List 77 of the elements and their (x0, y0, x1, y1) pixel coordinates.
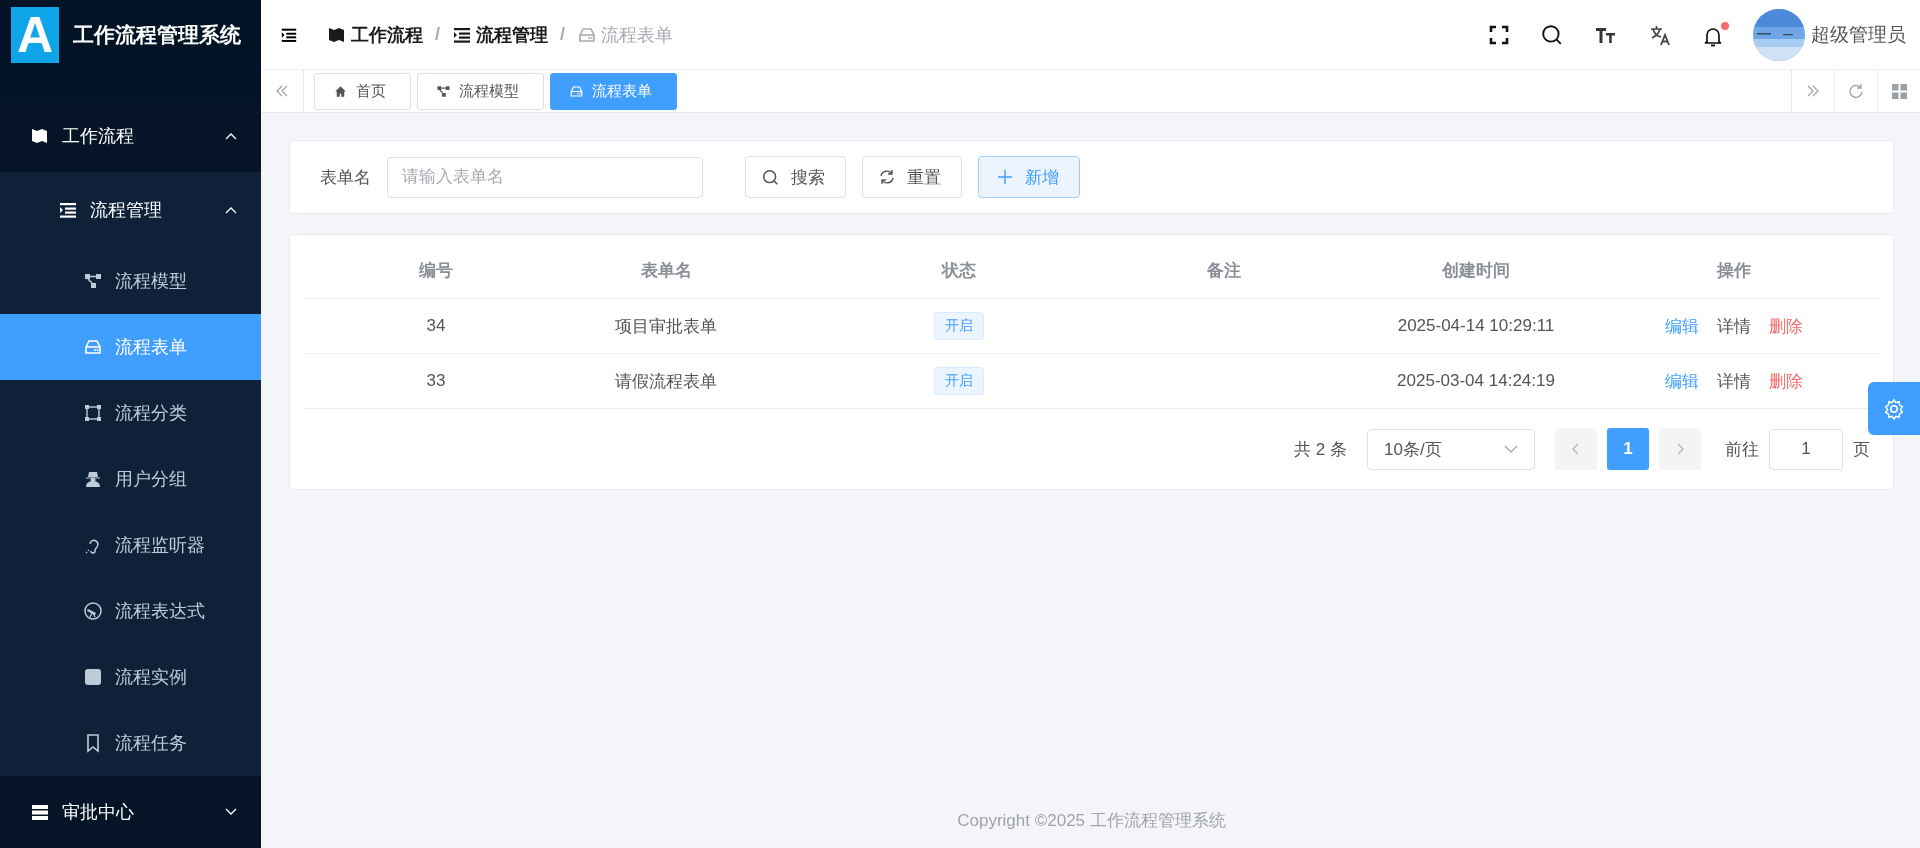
column-header: 状态 (940, 260, 977, 282)
page-size-select[interactable]: 10条/页 (1367, 428, 1535, 470)
column-header: 操作 (1715, 260, 1752, 282)
page-input[interactable]: 1 (1769, 428, 1843, 470)
translate-icon[interactable] (1649, 23, 1671, 46)
table-cell-text: 2025-04-14 10:29:11 (1396, 316, 1556, 336)
square-icon (83, 667, 103, 687)
chevron-right-icon (1676, 443, 1684, 455)
column-header: 创建时间 (1441, 260, 1511, 282)
table-cell-text: 34 (425, 316, 447, 336)
home-icon (333, 83, 348, 99)
copyright-text: Copyright ©2025 工作流程管理系统 (957, 811, 1226, 830)
status-tag: 开启 (934, 367, 984, 395)
chevron-left-icon (1572, 443, 1580, 455)
details-link[interactable]: 详情 (1717, 314, 1751, 338)
page-tab[interactable]: 首页 (314, 72, 411, 110)
chevron-down-icon (225, 808, 237, 816)
refresh-icon[interactable] (1848, 83, 1864, 99)
menu-item[interactable]: 流程表达式 (0, 578, 261, 644)
breadcrumb-item: 流程表单 (577, 22, 674, 47)
plus-icon (997, 169, 1013, 185)
settings-button[interactable] (1868, 382, 1920, 435)
menu-item[interactable]: 流程分类 (0, 380, 261, 446)
map-icon (30, 126, 50, 146)
page-suffix: 页 (1853, 438, 1870, 461)
chevron-up-icon (225, 206, 237, 214)
indent-list-icon (58, 200, 78, 220)
column-header: 备注 (1206, 260, 1242, 282)
spy-icon (83, 469, 103, 489)
notification-bell-icon[interactable] (1703, 21, 1729, 48)
field-label: 表单名 (320, 166, 371, 189)
double-chevron-left-icon[interactable] (275, 84, 289, 98)
menu-item[interactable]: 用户分组 (0, 446, 261, 512)
menu-item[interactable]: 流程实例 (0, 644, 261, 710)
telescope-icon (83, 601, 103, 621)
double-chevron-right-icon[interactable] (1806, 84, 1820, 98)
table-cell-text: 2025-03-04 14:24:19 (1396, 371, 1556, 391)
input-field[interactable]: 请输入表单名 (387, 156, 703, 198)
nodes-icon (436, 83, 451, 99)
menu-item[interactable]: 流程监听器 (0, 512, 261, 578)
settings-icon (1883, 397, 1905, 420)
chevron-up-icon (225, 132, 237, 140)
column-header: 编号 (418, 260, 454, 282)
fullscreen-icon[interactable] (1489, 24, 1509, 45)
table-cell-text: 项目审批表单 (614, 315, 718, 338)
submenu-group[interactable]: 流程管理 (0, 172, 261, 248)
total-count: 共 2 条 (1294, 438, 1347, 461)
reset-button[interactable]: 重置 (862, 156, 962, 198)
frame-icon (83, 403, 103, 423)
grid-icon[interactable] (1891, 83, 1907, 99)
refresh-icon (879, 169, 895, 185)
nodes-icon (83, 271, 103, 291)
chevron-down-icon (1504, 445, 1518, 453)
menu-group[interactable]: 审批中心 (0, 776, 261, 848)
menu-item[interactable]: 流程模型 (0, 248, 261, 314)
table-cell-text: 请假流程表单 (614, 370, 718, 393)
details-link[interactable]: 详情 (1717, 369, 1751, 393)
menu-item[interactable]: 流程任务 (0, 710, 261, 776)
app-title: 工作流程管理系统 (73, 22, 241, 48)
goto-label: 前往 (1725, 438, 1759, 461)
menu-group[interactable]: 工作流程 (0, 100, 261, 172)
page-tab[interactable]: 流程模型 (417, 72, 544, 110)
drive-icon (83, 337, 103, 357)
search-icon (762, 168, 779, 186)
column-header: 表单名 (639, 260, 693, 282)
server-icon (30, 802, 50, 822)
search-icon[interactable] (1541, 23, 1563, 46)
breadcrumb-separator: / (560, 24, 566, 45)
breadcrumb-item[interactable]: 流程管理 (452, 22, 548, 47)
user-name[interactable]: 超级管理员 (1811, 21, 1906, 48)
logo: A (11, 7, 59, 63)
breadcrumb-item[interactable]: 工作流程 (327, 22, 423, 47)
search-button[interactable]: 搜索 (745, 156, 846, 198)
drive-icon (569, 83, 584, 99)
breadcrumb-separator: / (435, 24, 440, 45)
status-tag: 开启 (934, 312, 984, 340)
table-cell-text: 33 (425, 371, 447, 391)
